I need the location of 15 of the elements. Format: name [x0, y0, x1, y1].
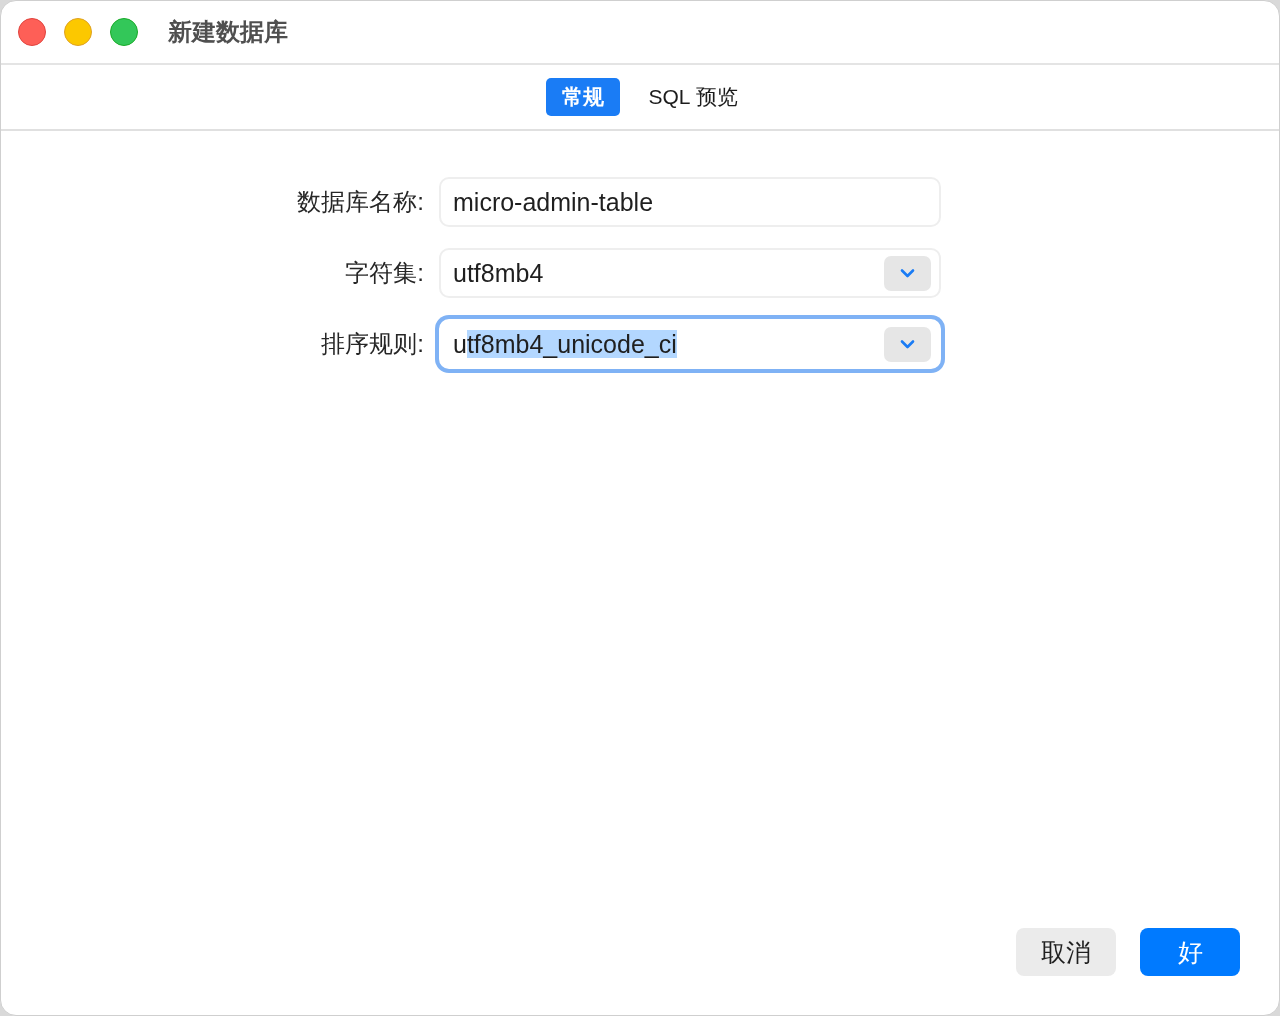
field-label: 字符集:	[345, 258, 424, 288]
cancel-button[interactable]: 取消	[1016, 928, 1116, 976]
chevron-down-icon[interactable]	[884, 326, 931, 362]
chevron-down-icon[interactable]	[884, 255, 931, 291]
zoom-icon[interactable]	[110, 18, 138, 46]
minimize-icon[interactable]	[64, 18, 92, 46]
window-title: 新建数据库	[168, 17, 288, 47]
field-label: 数据库名称:	[297, 187, 424, 217]
text-field[interactable]: micro-admin-table	[439, 177, 941, 227]
field-label: 排序规则:	[321, 329, 424, 359]
tab[interactable]: 常规	[546, 78, 621, 116]
tab[interactable]: SQL 预览	[632, 78, 754, 116]
ok-button[interactable]: 好	[1140, 928, 1240, 976]
select-field[interactable]: utf8mb4	[439, 248, 941, 298]
close-icon[interactable]	[18, 18, 46, 46]
